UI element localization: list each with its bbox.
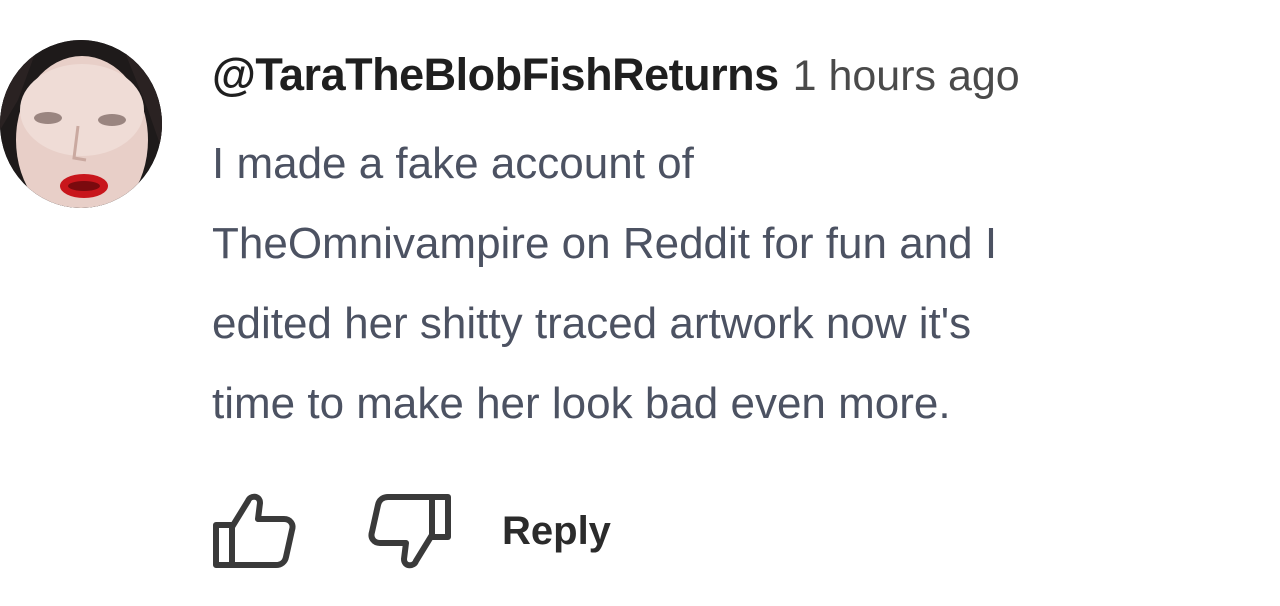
avatar-image (0, 40, 162, 208)
comment-text: I made a fake account of TheOmnivampire … (212, 124, 1252, 444)
thumbs-up-icon (213, 493, 296, 568)
avatar[interactable] (0, 40, 162, 208)
comment-text-line: edited her shitty traced artwork now it'… (212, 299, 972, 348)
reply-button[interactable]: Reply (498, 503, 615, 560)
comment-text-line: I made a fake account of (212, 139, 694, 188)
comment-text-line: time to make her look bad even more. (212, 379, 951, 428)
comment-actions: Reply (212, 486, 615, 576)
comment-timestamp[interactable]: 1 hours ago (793, 52, 1020, 100)
comment: @TaraTheBlobFishReturns 1 hours ago I mad… (0, 0, 1280, 606)
comment-header: @TaraTheBlobFishReturns 1 hours ago (212, 44, 1262, 106)
author-name[interactable]: @TaraTheBlobFishReturns (212, 49, 779, 100)
like-button[interactable] (212, 486, 322, 576)
comment-body: @TaraTheBlobFishReturns 1 hours ago I mad… (212, 44, 1262, 444)
comment-text-line: TheOmnivampire on Reddit for fun and I (212, 219, 998, 268)
dislike-button[interactable] (368, 486, 498, 576)
thumbs-down-icon (368, 494, 451, 569)
